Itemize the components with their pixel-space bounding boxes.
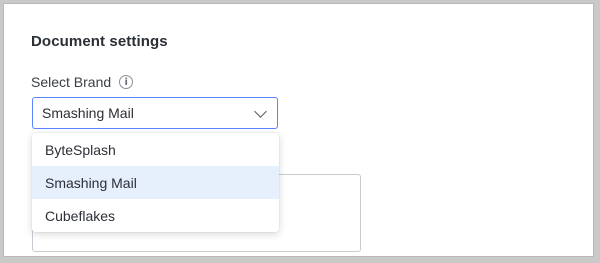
chevron-down-icon <box>254 104 267 118</box>
brand-option-bytesplash[interactable]: ByteSplash <box>32 133 279 166</box>
settings-panel: Document settings Select Brand i Smashin… <box>3 3 594 257</box>
brand-dropdown-menu: ByteSplash Smashing Mail Cubeflakes <box>32 133 279 232</box>
brand-label-row: Select Brand i <box>31 74 134 90</box>
section-title: Document settings <box>31 33 168 50</box>
info-icon[interactable]: i <box>119 75 134 89</box>
brand-option-cubeflakes[interactable]: Cubeflakes <box>32 199 279 232</box>
brand-option-smashing-mail[interactable]: Smashing Mail <box>32 166 279 199</box>
brand-select-value: Smashing Mail <box>42 105 134 121</box>
brand-label: Select Brand <box>31 74 112 90</box>
brand-select[interactable]: Smashing Mail <box>32 97 278 129</box>
